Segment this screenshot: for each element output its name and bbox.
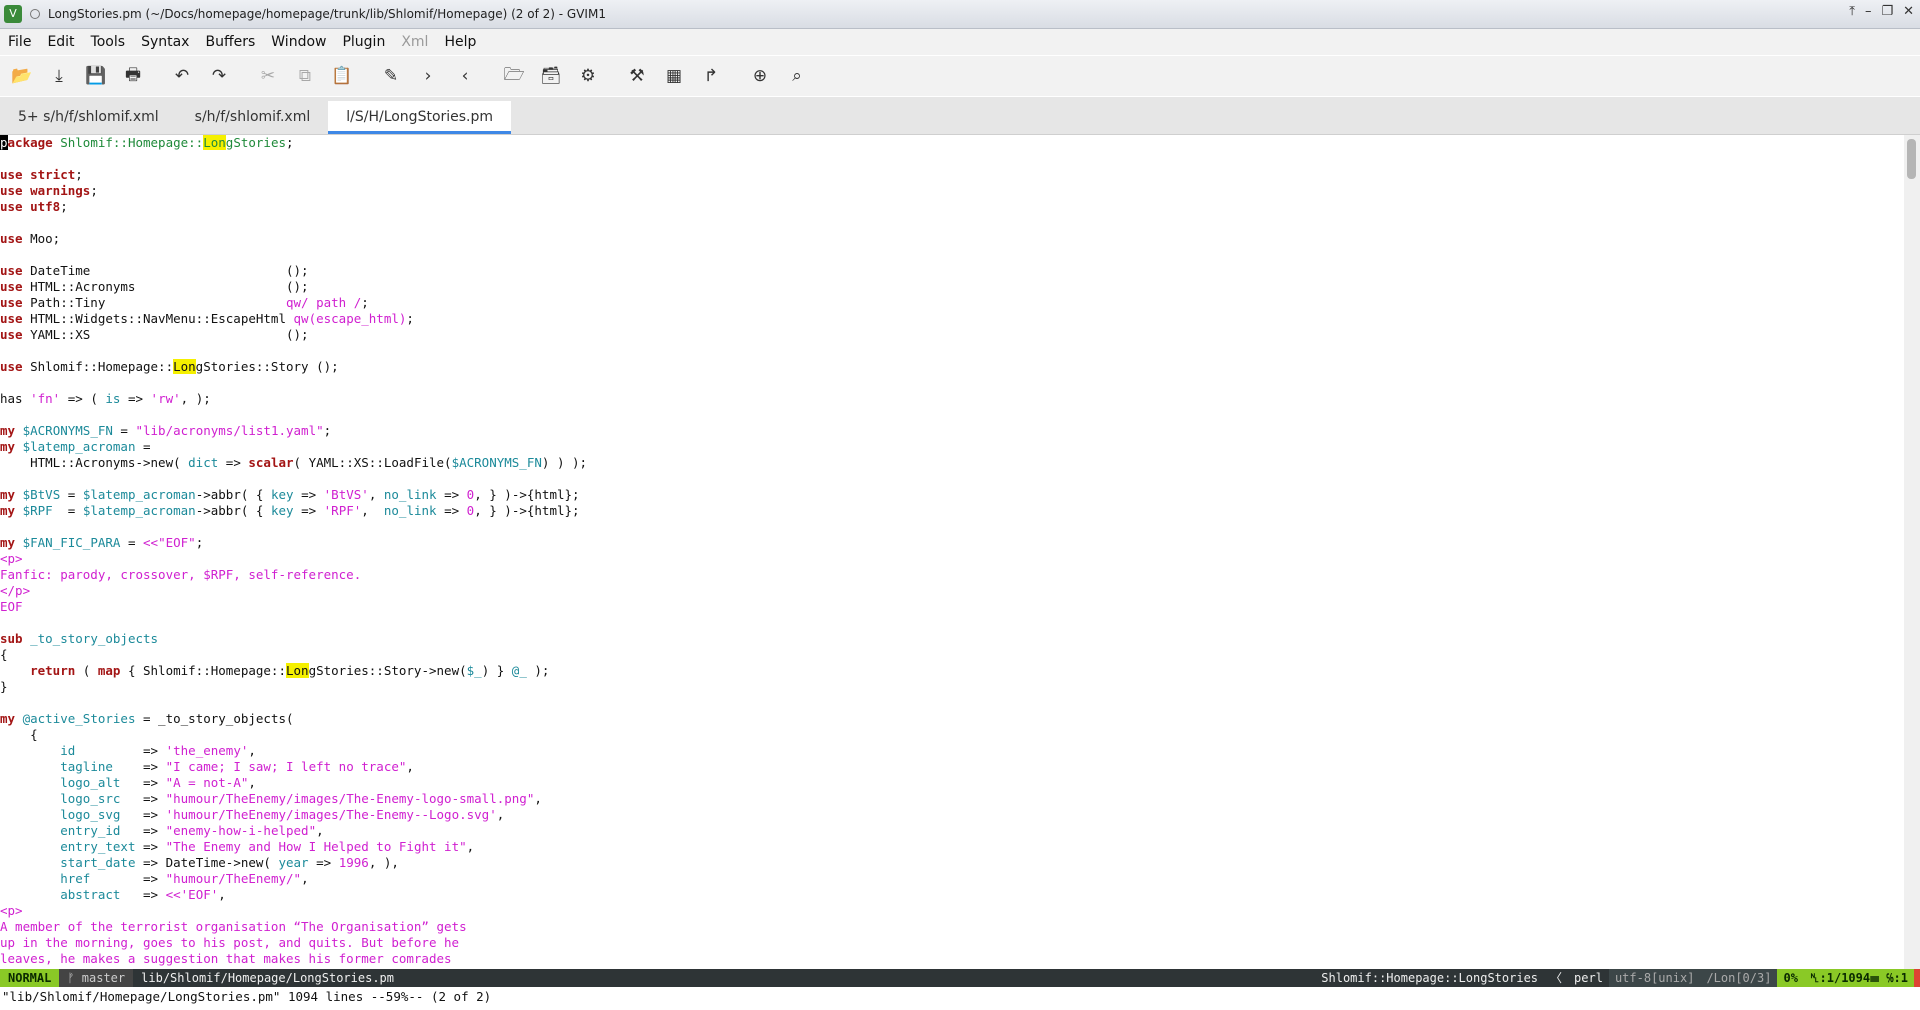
menu-bar: File Edit Tools Syntax Buffers Window Plugin Xm… [0, 29, 1920, 55]
warning-indicator [1914, 969, 1920, 987]
cut-icon[interactable]: ✂ [253, 61, 283, 91]
print-icon[interactable]: 🖶 [118, 61, 148, 91]
menu-buffers[interactable]: Buffers [197, 34, 263, 50]
save-icon[interactable]: 💾 [81, 61, 111, 91]
undo-icon[interactable]: ↶ [167, 61, 197, 91]
scrollbar-thumb[interactable] [1907, 139, 1916, 179]
open-icon[interactable]: 📂 [7, 61, 37, 91]
tags-jump-icon[interactable]: ↱ [696, 61, 726, 91]
load-session-icon[interactable]: 🗁 [499, 61, 529, 91]
file-percent: 0% [1777, 969, 1804, 987]
keep-above-icon[interactable]: ⤒ [1849, 4, 1855, 19]
toolbar: 📂 ⤓ 💾 🖶 ↶ ↷ ✂ ⧉ 📋 ✎ › ‹ 🗁 🗃 ⚙ ⚒ ▦ ↱ ⊕ ⌕ [0, 56, 1920, 96]
shell-icon[interactable]: ▦ [659, 61, 689, 91]
menu-tools[interactable]: Tools [83, 34, 134, 50]
search-count: /Lon[0/3] [1700, 969, 1778, 987]
menu-help[interactable]: Help [436, 34, 484, 50]
replace-icon[interactable]: ✎ [376, 61, 406, 91]
cursor-position: ␤:1/1094☰ ℅:1 [1803, 969, 1914, 987]
vim-icon: V [4, 5, 22, 23]
current-package: Shlomif::Homepage::LongStories [1321, 971, 1539, 985]
vertical-scrollbar[interactable] [1904, 135, 1920, 969]
save-session-icon[interactable]: 🗃 [536, 61, 566, 91]
redo-icon[interactable]: ↷ [204, 61, 234, 91]
filetype: perl [1574, 971, 1603, 985]
tab-2[interactable]: s/h/f/shlomif.xml [177, 101, 329, 134]
menu-edit[interactable]: Edit [39, 34, 82, 50]
menu-syntax[interactable]: Syntax [133, 34, 197, 50]
window-state-icon [30, 9, 40, 19]
find-help-icon[interactable]: ⌕ [782, 61, 812, 91]
find-prev-icon[interactable]: ‹ [450, 61, 480, 91]
paste-icon[interactable]: 📋 [327, 61, 357, 91]
tab-3[interactable]: l/S/H/LongStories.pm [328, 101, 512, 134]
minimize-icon[interactable]: – [1865, 4, 1872, 19]
file-path: lib/Shlomif/Homepage/LongStories.pm [141, 971, 395, 985]
find-next-icon[interactable]: › [413, 61, 443, 91]
title-bar: V LongStories.pm (~/Docs/homepage/homepa… [0, 0, 1920, 29]
git-branch: ᚠ master [59, 969, 134, 987]
code-text[interactable]: package Shlomif::Homepage::LongStories; … [0, 135, 1904, 967]
encoding: utf-8[unix] [1608, 969, 1701, 987]
editor-pane[interactable]: package Shlomif::Homepage::LongStories; … [0, 135, 1904, 969]
help-icon[interactable]: ⊕ [745, 61, 775, 91]
maximize-icon[interactable]: ❐ [1881, 4, 1893, 19]
separator: 〈 [1550, 971, 1563, 985]
mode-indicator: NORMAL [0, 969, 60, 987]
make-icon[interactable]: ⚒ [622, 61, 652, 91]
menu-xml[interactable]: Xml [393, 34, 436, 50]
run-script-icon[interactable]: ⚙ [573, 61, 603, 91]
message-line: "lib/Shlomif/Homepage/LongStories.pm" 10… [0, 987, 1920, 1010]
copy-icon[interactable]: ⧉ [290, 61, 320, 91]
status-line: NORMAL ᚠ master lib/Shlomif/Homepage/Lon… [0, 969, 1920, 987]
window-title: LongStories.pm (~/Docs/homepage/homepage… [48, 7, 606, 21]
tab-1[interactable]: 5+ s/h/f/shlomif.xml [0, 101, 177, 134]
close-icon[interactable]: ✕ [1903, 4, 1914, 19]
menu-plugin[interactable]: Plugin [334, 34, 393, 50]
menu-window[interactable]: Window [263, 34, 334, 50]
tab-bar: 5+ s/h/f/shlomif.xml s/h/f/shlomif.xml l/S… [0, 97, 1920, 135]
save-download-icon[interactable]: ⤓ [44, 61, 74, 91]
menu-file[interactable]: File [0, 34, 39, 50]
